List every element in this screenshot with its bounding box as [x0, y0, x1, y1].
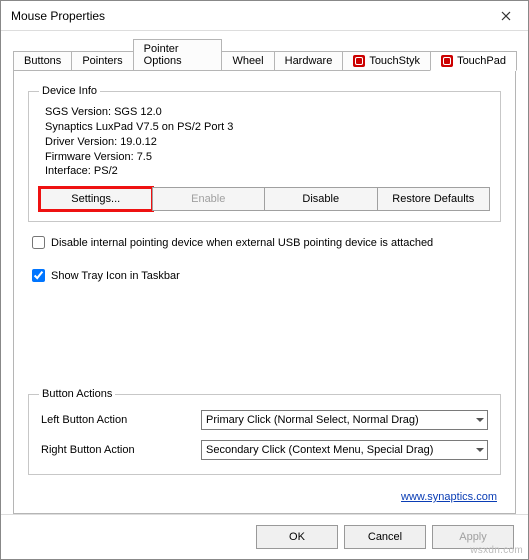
- close-icon: [501, 11, 511, 21]
- tab-pointer-options[interactable]: Pointer Options: [133, 39, 223, 70]
- button-actions-group: Button Actions Left Button Action Right …: [28, 388, 501, 475]
- synaptics-icon: [353, 55, 365, 67]
- restore-defaults-button[interactable]: Restore Defaults: [377, 187, 491, 211]
- window-title: Mouse Properties: [11, 9, 105, 23]
- button-actions-grid: Left Button Action Right Button Action: [39, 406, 490, 464]
- device-info-text: SGS Version: SGS 12.0 Synaptics LuxPad V…: [39, 103, 490, 181]
- right-button-select[interactable]: [201, 440, 488, 460]
- disable-internal-checkbox[interactable]: [32, 236, 45, 249]
- tab-wheel[interactable]: Wheel: [221, 51, 274, 70]
- devinfo-line: Driver Version: 19.0.12: [45, 135, 490, 150]
- tab-touchstyk[interactable]: TouchStyk: [342, 51, 431, 70]
- spacer: [28, 296, 501, 380]
- disable-internal-row: Disable internal pointing device when ex…: [32, 236, 497, 249]
- close-button[interactable]: [484, 1, 528, 31]
- button-actions-legend: Button Actions: [39, 388, 115, 400]
- left-button-select[interactable]: [201, 410, 488, 430]
- tab-hardware[interactable]: Hardware: [274, 51, 344, 70]
- devinfo-line: Interface: PS/2: [45, 164, 490, 179]
- tray-icon-checkbox[interactable]: [32, 269, 45, 282]
- left-button-label: Left Button Action: [41, 414, 191, 426]
- enable-button[interactable]: Enable: [152, 187, 266, 211]
- synaptics-icon: [441, 55, 453, 67]
- tray-icon-label: Show Tray Icon in Taskbar: [51, 270, 180, 282]
- right-button-select-wrap: [201, 440, 488, 460]
- disable-internal-label: Disable internal pointing device when ex…: [51, 237, 433, 249]
- cancel-button[interactable]: Cancel: [344, 525, 426, 549]
- dialog-footer: OK Cancel Apply: [1, 514, 528, 559]
- dialog-content: Buttons Pointers Pointer Options Wheel H…: [1, 31, 528, 514]
- tray-icon-row: Show Tray Icon in Taskbar: [32, 269, 497, 282]
- device-info-legend: Device Info: [39, 85, 100, 97]
- device-buttons-row: Settings... Enable Disable Restore Defau…: [39, 187, 490, 211]
- title-bar: Mouse Properties: [1, 1, 528, 31]
- watermark: wsxdn.com: [470, 545, 523, 556]
- devinfo-line: Synaptics LuxPad V7.5 on PS/2 Port 3: [45, 120, 490, 135]
- settings-button[interactable]: Settings...: [39, 187, 153, 211]
- tab-buttons[interactable]: Buttons: [13, 51, 72, 70]
- tab-pointers[interactable]: Pointers: [71, 51, 133, 70]
- synaptics-link[interactable]: www.synaptics.com: [401, 491, 497, 503]
- tab-strip: Buttons Pointers Pointer Options Wheel H…: [13, 39, 516, 70]
- link-row: www.synaptics.com: [28, 483, 501, 503]
- device-info-group: Device Info SGS Version: SGS 12.0 Synapt…: [28, 85, 501, 222]
- right-button-label: Right Button Action: [41, 444, 191, 456]
- devinfo-line: Firmware Version: 7.5: [45, 150, 490, 165]
- disable-button[interactable]: Disable: [264, 187, 378, 211]
- tab-touchpad[interactable]: TouchPad: [430, 51, 517, 71]
- mouse-properties-window: Mouse Properties Buttons Pointers Pointe…: [0, 0, 529, 560]
- tab-panel-touchpad: Device Info SGS Version: SGS 12.0 Synapt…: [13, 70, 516, 514]
- devinfo-line: SGS Version: SGS 12.0: [45, 105, 490, 120]
- ok-button[interactable]: OK: [256, 525, 338, 549]
- left-button-select-wrap: [201, 410, 488, 430]
